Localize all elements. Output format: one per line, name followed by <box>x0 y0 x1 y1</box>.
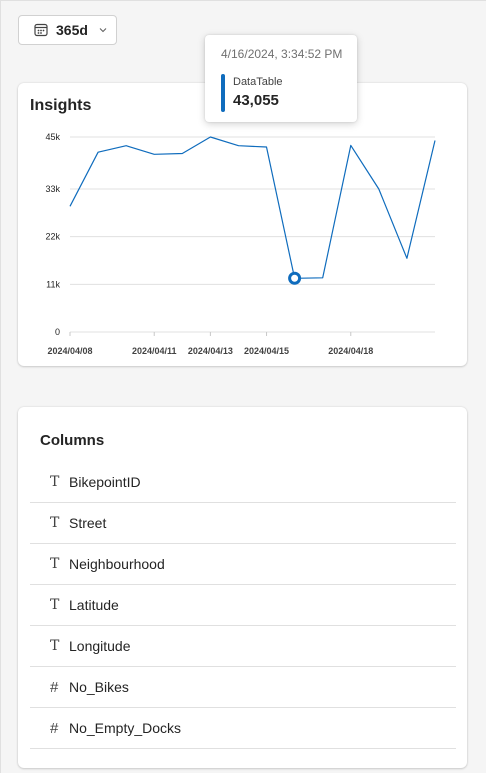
column-row-bikepointid[interactable]: T BikepointID <box>30 462 456 503</box>
x-tick-label: 2024/04/11 <box>132 346 177 356</box>
chevron-down-icon <box>98 25 108 35</box>
text-type-icon: T <box>50 597 60 613</box>
highlighted-data-point[interactable] <box>288 271 302 285</box>
time-range-button[interactable]: 365d <box>18 15 117 45</box>
calendar-icon <box>34 23 48 37</box>
insights-card: Insights 0 11k 22k 33k 45k 2024/04/08 2024/04/… <box>18 83 467 366</box>
y-tick-label: 0 <box>55 327 60 337</box>
text-type-icon: T <box>50 638 60 654</box>
text-type-icon: T <box>50 556 60 572</box>
column-row-latitude[interactable]: T Latitude <box>30 585 456 626</box>
tooltip-series-marker <box>221 74 225 112</box>
y-tick-label: 33k <box>45 184 60 194</box>
column-row-no-empty-docks[interactable]: # No_Empty_Docks <box>30 708 456 749</box>
tooltip-series-name: DataTable <box>233 76 283 88</box>
x-tick-label: 2024/04/13 <box>188 346 233 356</box>
column-row-neighbourhood[interactable]: T Neighbourhood <box>30 544 456 585</box>
columns-card: Columns T BikepointID T Street T Neighbo… <box>18 407 467 768</box>
number-type-icon: # <box>50 719 59 737</box>
time-range-label: 365d <box>56 22 88 38</box>
x-tick-label: 2024/04/08 <box>47 346 92 356</box>
column-row-no-bikes[interactable]: # No_Bikes <box>30 667 456 708</box>
number-type-icon: # <box>50 678 59 696</box>
series-line[interactable] <box>69 136 436 279</box>
columns-list: T BikepointID T Street T Neighbourhood T… <box>30 462 456 749</box>
y-tick-label: 45k <box>45 132 60 142</box>
column-name: BikepointID <box>69 474 141 490</box>
insights-line-chart[interactable]: 0 11k 22k 33k 45k 2024/04/08 2024/04/11 2024/04… <box>18 83 467 366</box>
column-name: Neighbourhood <box>69 556 165 572</box>
column-name: Longitude <box>69 638 131 654</box>
x-tick-label: 2024/04/18 <box>328 346 373 356</box>
column-name: No_Empty_Docks <box>69 720 182 736</box>
chart-tooltip: 4/16/2024, 3:34:52 PM DataTable 43,055 <box>205 35 357 122</box>
column-row-longitude[interactable]: T Longitude <box>30 626 456 667</box>
y-tick-label: 11k <box>46 279 60 289</box>
column-name: Latitude <box>69 597 119 613</box>
x-tick-label: 2024/04/15 <box>244 346 289 356</box>
column-name: No_Bikes <box>69 679 129 695</box>
y-tick-label: 22k <box>45 232 60 242</box>
column-row-street[interactable]: T Street <box>30 503 456 544</box>
text-type-icon: T <box>50 474 60 490</box>
tooltip-value: 43,055 <box>233 92 279 109</box>
text-type-icon: T <box>50 515 60 531</box>
columns-title: Columns <box>40 432 105 449</box>
tooltip-timestamp: 4/16/2024, 3:34:52 PM <box>221 47 343 61</box>
column-name: Street <box>69 515 107 531</box>
